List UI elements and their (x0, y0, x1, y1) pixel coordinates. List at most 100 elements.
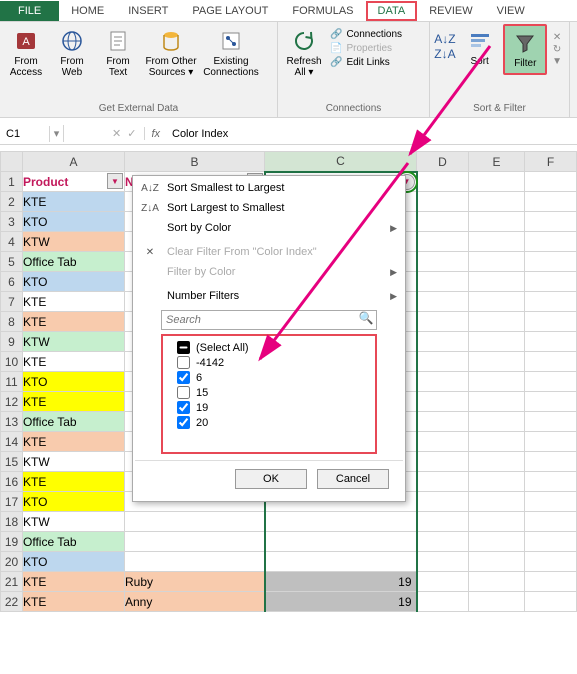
formula-value[interactable]: Color Index (166, 126, 234, 142)
tab-file[interactable]: FILE (0, 1, 59, 21)
row-header[interactable]: 22 (1, 592, 23, 612)
cell[interactable]: KTO (23, 212, 125, 232)
cell[interactable] (525, 572, 577, 592)
row-header[interactable]: 9 (1, 332, 23, 352)
cell[interactable] (469, 292, 525, 312)
cell[interactable]: KTW (23, 232, 125, 252)
cell[interactable] (525, 432, 577, 452)
cell[interactable]: KTE (23, 352, 125, 372)
cell[interactable] (469, 452, 525, 472)
cell[interactable] (525, 472, 577, 492)
cell[interactable] (417, 572, 469, 592)
cell[interactable]: Anny (125, 592, 265, 612)
cell[interactable] (525, 592, 577, 612)
filter-value-checkbox[interactable] (177, 401, 190, 414)
row-header[interactable]: 6 (1, 272, 23, 292)
cell[interactable] (417, 492, 469, 512)
cell[interactable] (525, 332, 577, 352)
row-header[interactable]: 17 (1, 492, 23, 512)
cell[interactable] (525, 512, 577, 532)
existing-connections-button[interactable]: Existing Connections (202, 24, 260, 82)
col-header-d[interactable]: D (417, 152, 469, 172)
cell[interactable] (417, 272, 469, 292)
name-box-dropdown[interactable]: ▾ (50, 125, 64, 142)
cell[interactable]: KTW (23, 452, 125, 472)
filter-value-row[interactable]: 15 (167, 385, 371, 400)
cell[interactable]: KTE (23, 472, 125, 492)
tab-insert[interactable]: INSERT (116, 1, 180, 21)
cell[interactable]: KTE (23, 312, 125, 332)
cell[interactable] (525, 252, 577, 272)
refresh-all-button[interactable]: Refresh All ▾ (282, 24, 326, 82)
tab-formulas[interactable]: FORMULAS (280, 1, 365, 21)
cell[interactable] (469, 372, 525, 392)
cell[interactable] (417, 212, 469, 232)
cell[interactable]: Office Tab (23, 252, 125, 272)
filter-button[interactable]: Filter (503, 24, 547, 75)
tab-pagelayout[interactable]: PAGE LAYOUT (180, 1, 280, 21)
row-header[interactable]: 10 (1, 352, 23, 372)
cell[interactable] (469, 192, 525, 212)
row-header[interactable]: 19 (1, 532, 23, 552)
cell[interactable] (469, 512, 525, 532)
cancel-button[interactable]: Cancel (317, 469, 389, 489)
tab-home[interactable]: HOME (59, 1, 116, 21)
sort-desc-icon[interactable]: Z↓A (434, 47, 455, 61)
filter-value-row[interactable]: 19 (167, 400, 371, 415)
cell[interactable] (265, 532, 417, 552)
cell[interactable]: Office Tab (23, 532, 125, 552)
tab-review[interactable]: REVIEW (417, 1, 484, 21)
cell[interactable] (525, 352, 577, 372)
sort-largest-smallest-item[interactable]: Z↓A Sort Largest to Smallest (135, 198, 403, 218)
cell[interactable] (469, 332, 525, 352)
cell[interactable] (469, 352, 525, 372)
row-header[interactable]: 3 (1, 212, 23, 232)
cell[interactable] (525, 192, 577, 212)
col-header-c[interactable]: C (265, 152, 417, 172)
cell[interactable] (125, 532, 265, 552)
cell[interactable]: KTO (23, 492, 125, 512)
col-header-a[interactable]: A (23, 152, 125, 172)
cell[interactable] (417, 532, 469, 552)
connections-button[interactable]: 🔗Connections (328, 28, 404, 41)
cell[interactable] (417, 172, 469, 192)
cell[interactable] (469, 272, 525, 292)
cell[interactable] (525, 312, 577, 332)
sort-smallest-largest-item[interactable]: A↓Z Sort Smallest to Largest (135, 178, 403, 198)
cell[interactable] (525, 492, 577, 512)
fx-button[interactable]: fx (145, 128, 166, 140)
cell[interactable] (525, 172, 577, 192)
table-header-cell[interactable]: Product▼ (23, 172, 125, 192)
filter-value-checkbox[interactable] (177, 356, 190, 369)
cell[interactable] (417, 192, 469, 212)
tab-data[interactable]: DATA (366, 1, 418, 21)
select-all-checkbox[interactable] (177, 341, 190, 354)
from-web-button[interactable]: From Web (50, 24, 94, 82)
cell[interactable] (525, 372, 577, 392)
tab-view[interactable]: VIEW (485, 1, 537, 21)
row-header[interactable]: 18 (1, 512, 23, 532)
cell[interactable] (469, 232, 525, 252)
sort-by-color-item[interactable]: Sort by Color ▶ (135, 218, 403, 238)
cell[interactable] (417, 452, 469, 472)
cell[interactable] (525, 392, 577, 412)
filter-value-checkbox[interactable] (177, 416, 190, 429)
name-box[interactable]: C1 (0, 126, 50, 142)
advanced-filter-icon[interactable]: ▼ (552, 56, 562, 67)
row-header[interactable]: 14 (1, 432, 23, 452)
col-header-f[interactable]: F (525, 152, 577, 172)
filter-search-input[interactable] (162, 311, 356, 329)
cell[interactable] (265, 512, 417, 532)
from-other-sources-button[interactable]: From Other Sources ▾ (142, 24, 200, 82)
cell[interactable] (417, 472, 469, 492)
reapply-icon[interactable]: ↻ (553, 44, 561, 55)
cell[interactable] (525, 272, 577, 292)
cell[interactable] (417, 292, 469, 312)
cell[interactable]: KTE (23, 572, 125, 592)
number-filters-item[interactable]: Number Filters ▶ (135, 286, 403, 306)
row-header[interactable]: 20 (1, 552, 23, 572)
row-header[interactable]: 11 (1, 372, 23, 392)
cell[interactable]: KTO (23, 372, 125, 392)
cell[interactable] (417, 392, 469, 412)
cell[interactable] (417, 232, 469, 252)
